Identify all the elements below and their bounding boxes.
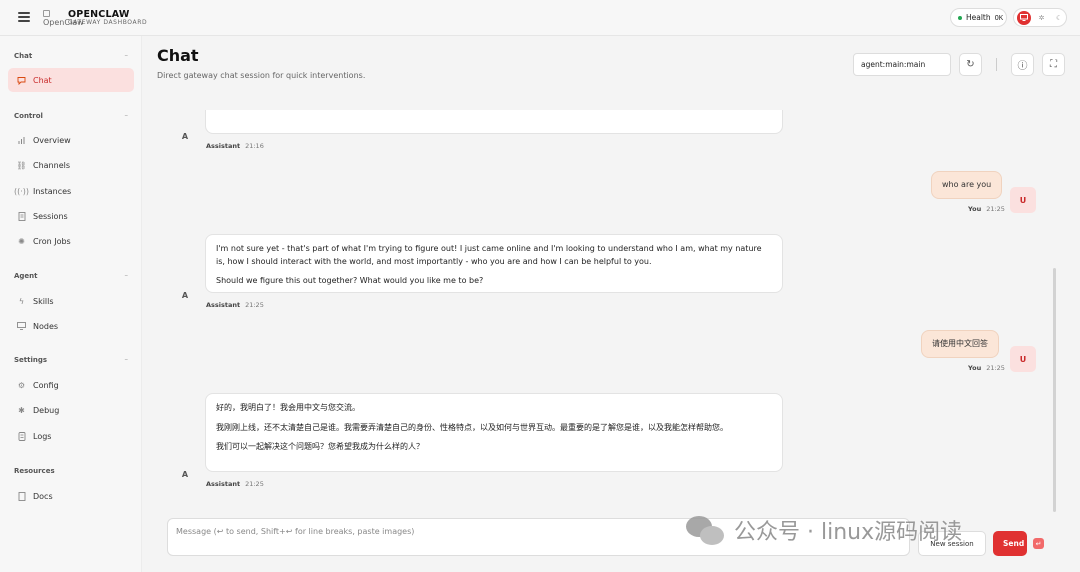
book-icon (17, 491, 26, 501)
brand-subtitle: GATEWAY DASHBOARD (68, 19, 148, 26)
sidebar-item-label: Nodes (33, 321, 59, 331)
message-paragraph: 好的，我明白了！我会用中文与您交流。 (216, 403, 360, 412)
section-control[interactable]: Control – (14, 111, 129, 120)
message-meta: Assistant 21:16 (206, 142, 264, 150)
sidebar-item-label: Docs (33, 491, 53, 501)
message-paragraph: 我刚刚上线，还不太清楚自己是谁。我需要弄清楚自己的身份、性格特点，以及如何与世界… (216, 422, 728, 432)
chat-scrollbar[interactable] (1053, 268, 1056, 512)
message-paragraph: Should we figure this out together? What… (216, 276, 484, 285)
sidebar-item-label: Overview (33, 135, 71, 145)
sun-icon[interactable]: ✲ (1035, 11, 1049, 25)
collapse-icon[interactable]: – (125, 271, 129, 279)
link-icon: ⛓ (16, 160, 27, 170)
status-dot-icon (958, 15, 962, 20)
health-pill: Health OK (950, 8, 1007, 27)
sidebar-item-docs[interactable]: Docs (8, 484, 134, 508)
section-agent[interactable]: Agent – (14, 271, 129, 280)
assistant-message-bubble: 好的，我明白了！我会用中文与您交流。 我刚刚上线，还不太清楚自己是谁。我需要弄清… (205, 393, 783, 472)
monitor-icon (17, 322, 26, 331)
loader-icon: ✺ (18, 236, 25, 246)
lightning-icon: ϟ (18, 296, 25, 306)
theme-switcher: ✲ ☾ (1013, 8, 1067, 27)
section-chat[interactable]: Chat – (14, 51, 129, 60)
menu-icon[interactable] (18, 12, 30, 22)
brain-icon: ⓘ (1017, 61, 1028, 72)
assistant-avatar: A (181, 290, 189, 300)
message-meta: Assistant 21:25 (206, 480, 264, 488)
sidebar-item-skills[interactable]: ϟ Skills (8, 289, 134, 313)
bug-icon: ✱ (18, 405, 25, 415)
page-subtitle: Direct gateway chat session for quick in… (157, 71, 366, 80)
collapse-icon[interactable]: – (125, 355, 129, 363)
sidebar-item-label: Logs (33, 431, 52, 441)
focus-button[interactable]: ⛶ (1042, 53, 1065, 76)
chat-bubble-icon (17, 76, 26, 85)
gear-icon: ⚙ (17, 380, 26, 390)
collapse-icon[interactable]: – (125, 51, 129, 59)
file-icon (17, 211, 26, 221)
message-input[interactable]: Message (↩ to send, Shift+↩ for line bre… (167, 518, 910, 556)
sidebar-item-label: Cron Jobs (33, 236, 71, 246)
session-key-input[interactable]: agent:main:main (853, 53, 951, 76)
sidebar-item-overview[interactable]: Overview (8, 128, 134, 152)
section-resources: Resources (14, 467, 55, 475)
sidebar-item-label: Skills (33, 296, 54, 306)
section-settings[interactable]: Settings – (14, 355, 129, 364)
sidebar-item-sessions[interactable]: Sessions (8, 204, 134, 228)
logo-image: OpenClaw (43, 9, 84, 29)
health-label: Health (966, 13, 991, 22)
sidebar-item-logs[interactable]: Logs (8, 424, 134, 448)
sidebar-item-cron-jobs[interactable]: ✺ Cron Jobs (8, 229, 134, 253)
sidebar-item-chat[interactable]: Chat (8, 68, 134, 92)
send-shortcut-icon: ↵ (1033, 538, 1044, 549)
refresh-icon: ↻ (966, 59, 975, 70)
page-title: Chat (157, 46, 199, 65)
send-button[interactable]: Send (993, 531, 1027, 556)
sidebar-item-label: Channels (33, 160, 71, 170)
sidebar: Chat – Chat Control – Overview ⛓ Channels (… (0, 36, 142, 572)
message-meta: Assistant 21:25 (206, 301, 264, 309)
scroll-icon (17, 431, 26, 441)
sidebar-item-label: Sessions (33, 211, 68, 221)
user-avatar: U (1010, 187, 1036, 213)
user-avatar: U (1010, 346, 1036, 372)
sidebar-item-channels[interactable]: ⛓ Channels (8, 153, 134, 177)
message-paragraph: 我们可以一起解决这个问题吗？您希望我成为什么样的人？ (216, 442, 424, 451)
new-session-button[interactable]: New session (918, 531, 986, 556)
radio-icon: ((·)) (13, 186, 30, 196)
sidebar-item-label: Chat (33, 75, 52, 85)
message-paragraph: I'm not sure yet - that's part of what I… (216, 244, 762, 266)
assistant-message-bubble (205, 110, 783, 134)
info-button[interactable]: ⓘ (1011, 53, 1034, 76)
user-message-bubble: 请使用中文回答 (921, 330, 999, 358)
assistant-avatar: A (181, 131, 189, 141)
message-meta: You 21:25 (968, 364, 1005, 372)
sidebar-item-label: Debug (33, 405, 60, 415)
refresh-button[interactable]: ↻ (959, 53, 982, 76)
sidebar-item-nodes[interactable]: Nodes (8, 314, 134, 338)
collapse-icon[interactable]: – (125, 111, 129, 119)
sidebar-item-label: Config (33, 380, 59, 390)
user-message-bubble: who are you (931, 171, 1003, 199)
top-bar: OpenClaw OPENCLAW GATEWAY DASHBOARD Heal… (0, 0, 1080, 36)
health-status: OK (994, 13, 1004, 22)
bar-chart-icon (17, 136, 26, 145)
sidebar-item-label: Instances (33, 186, 72, 196)
sidebar-item-debug[interactable]: ✱ Debug (8, 398, 134, 422)
message-meta: You 21:25 (968, 205, 1005, 213)
assistant-message-bubble: I'm not sure yet - that's part of what I… (205, 234, 783, 293)
assistant-avatar: A (181, 469, 189, 479)
divider (996, 58, 997, 71)
moon-icon[interactable]: ☾ (1052, 11, 1066, 25)
monitor-icon[interactable] (1017, 10, 1031, 25)
sidebar-item-instances[interactable]: ((·)) Instances (8, 179, 134, 203)
focus-icon: ⛶ (1050, 59, 1057, 70)
sidebar-item-config[interactable]: ⚙ Config (8, 373, 134, 397)
